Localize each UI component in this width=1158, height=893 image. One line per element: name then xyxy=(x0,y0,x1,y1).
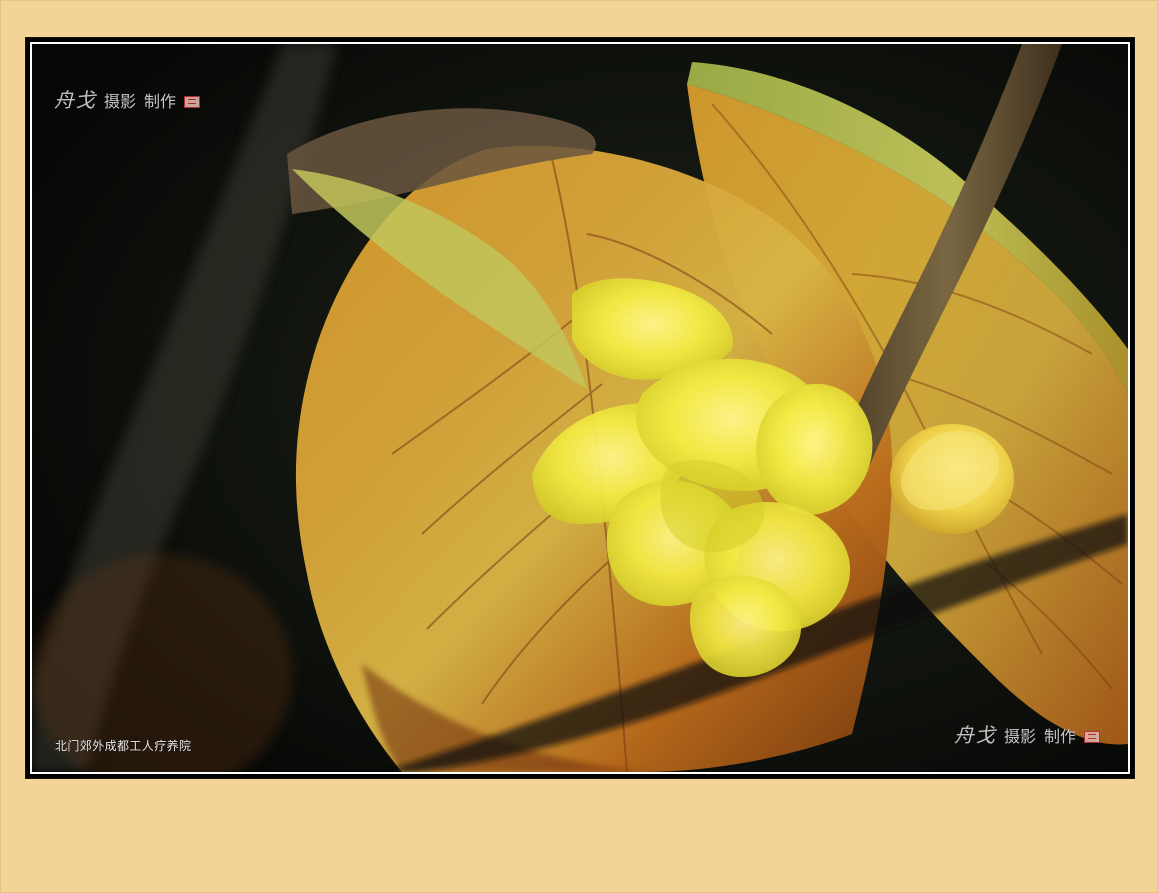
watermark-top: 舟戈 摄影 制作 xyxy=(54,84,201,113)
flower-photo: 舟戈 摄影 制作 舟戈 摄影 制作 北门郊外成都工人疗养院 xyxy=(30,42,1130,774)
red-seal-icon xyxy=(1084,731,1101,743)
yellow-mat-border: 舟戈 摄影 制作 舟戈 摄影 制作 北门郊外成都工人疗养院 xyxy=(0,0,1158,893)
photo-caption: 北门郊外成都工人疗养院 xyxy=(55,739,192,753)
photo-canvas xyxy=(32,44,1128,772)
watermark-top-name: 舟戈 xyxy=(54,88,96,112)
watermark-top-label1: 摄影 xyxy=(104,92,137,111)
photo-frame: 舟戈 摄影 制作 舟戈 摄影 制作 北门郊外成都工人疗养院 xyxy=(25,37,1135,779)
watermark-bottom-name: 舟戈 xyxy=(954,723,996,747)
watermark-bottom-label2: 制作 xyxy=(1044,727,1077,746)
watermark-bottom: 舟戈 摄影 制作 xyxy=(954,719,1101,748)
red-seal-icon xyxy=(184,96,201,108)
flower-bud xyxy=(890,424,1014,534)
watermark-top-label2: 制作 xyxy=(144,92,177,111)
watermark-bottom-label1: 摄影 xyxy=(1004,727,1037,746)
